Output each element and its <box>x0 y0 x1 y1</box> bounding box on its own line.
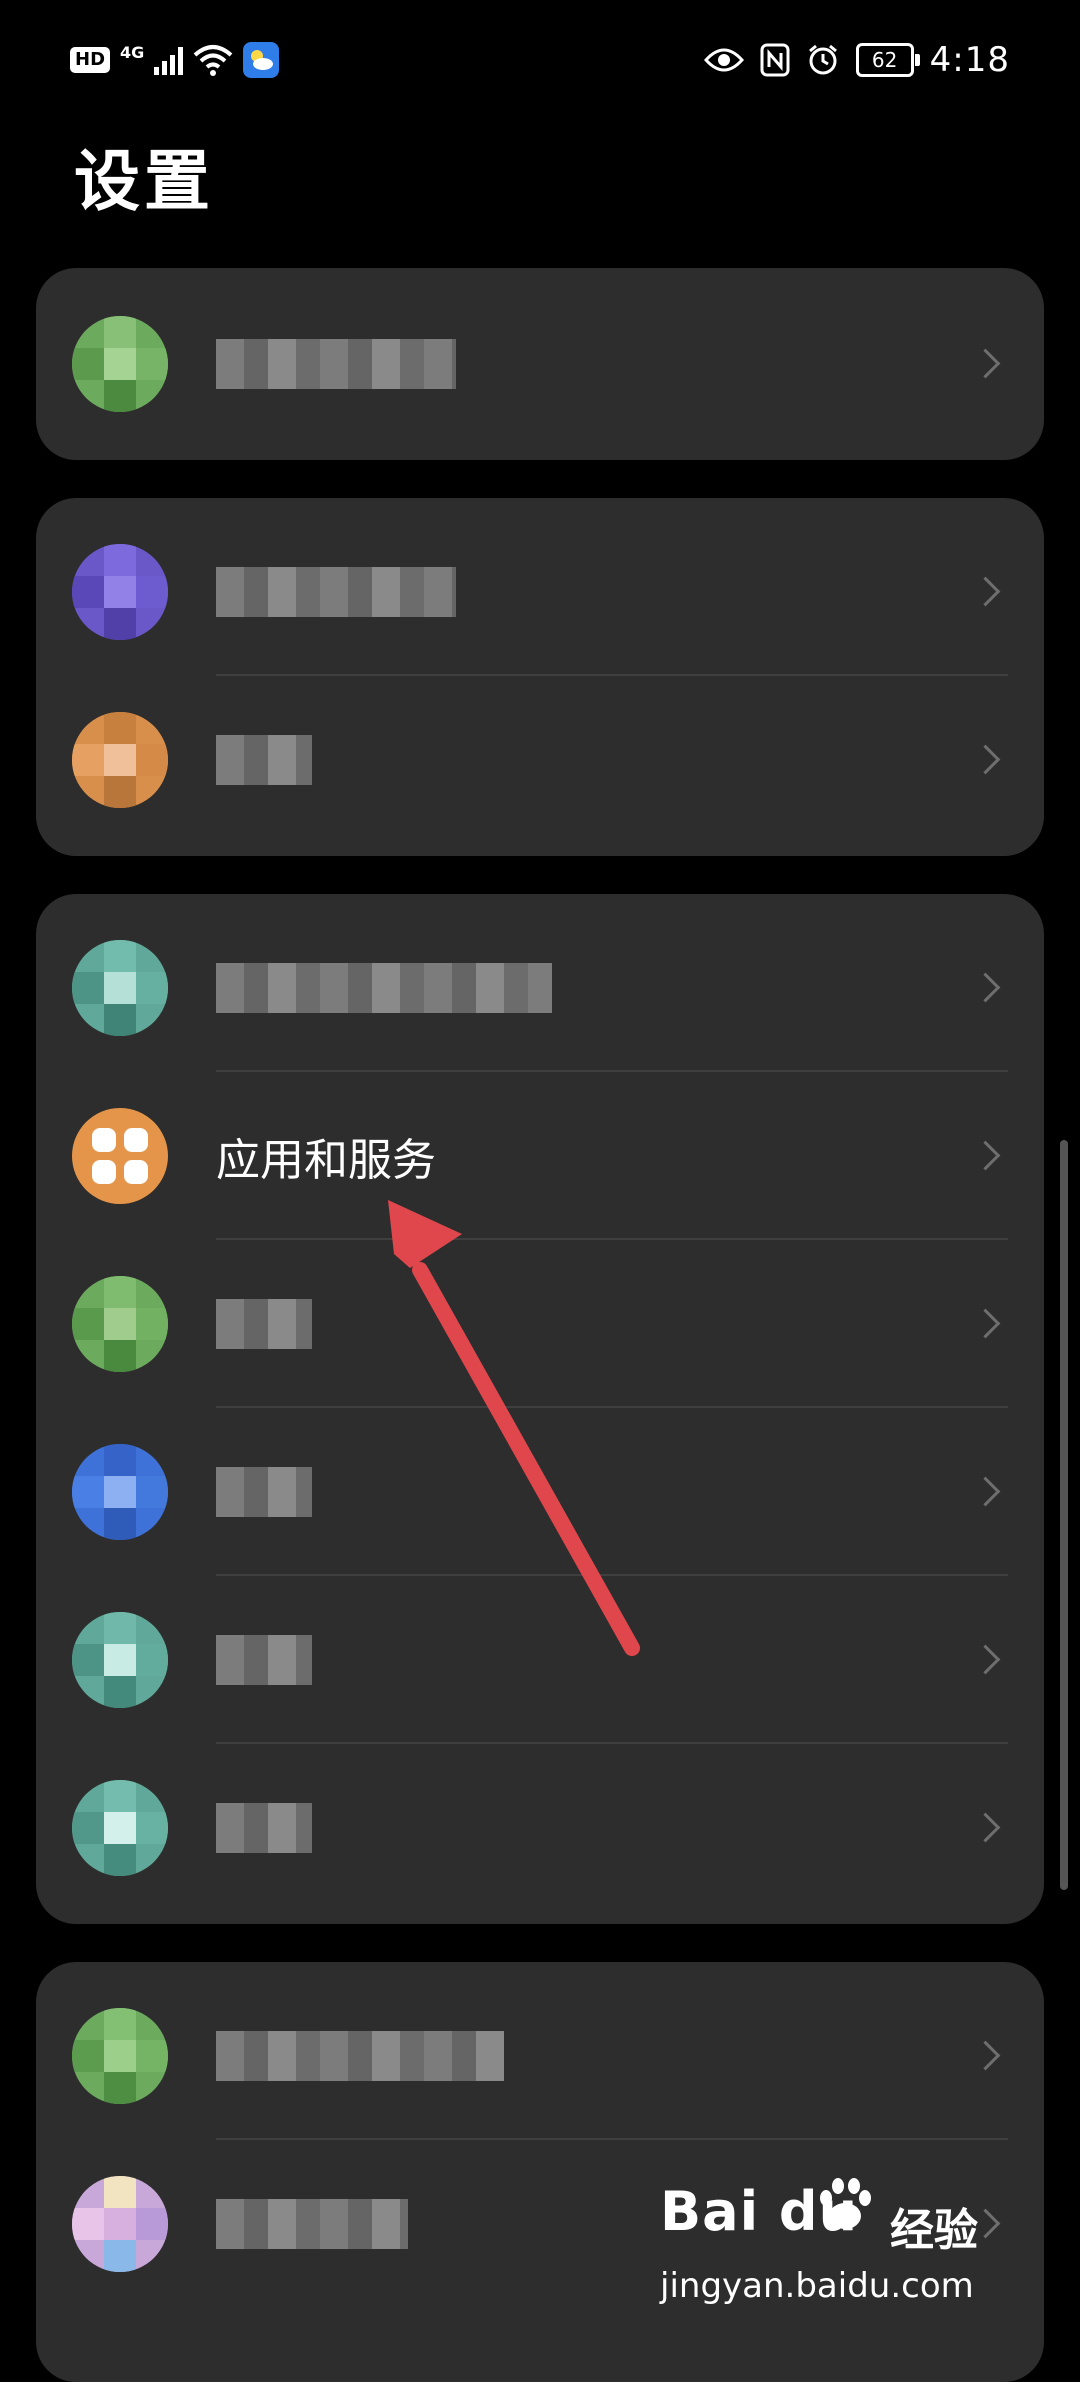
nfc-icon <box>760 43 790 77</box>
baidu-watermark: Bai du 经验 jingyan.baidu.com <box>660 2178 1020 2320</box>
pixelated-label <box>216 339 456 389</box>
chevron-right-icon <box>970 1812 1001 1843</box>
pixelated-label <box>216 2199 408 2249</box>
settings-row-more-connections[interactable] <box>36 676 1044 844</box>
settings-row-home-screen[interactable] <box>36 904 1044 1072</box>
apps-services-label: 应用和服务 <box>216 1135 436 1186</box>
settings-row-privacy[interactable] <box>36 1744 1044 1912</box>
mobile-network-icon <box>72 544 168 640</box>
pixelated-label <box>216 567 456 617</box>
hd-badge: HD <box>70 47 111 73</box>
paw-icon <box>820 2178 871 2229</box>
connection-icon <box>72 712 168 808</box>
account-icon <box>72 316 168 412</box>
pixelated-label <box>216 1467 312 1517</box>
settings-card-account <box>36 268 1044 460</box>
settings-row-apps-services[interactable]: 应用和服务 <box>36 1072 1044 1240</box>
clock: 4:18 <box>929 40 1010 80</box>
pixelated-label <box>216 1803 312 1853</box>
chevron-right-icon <box>970 2040 1001 2071</box>
health-icon <box>72 2008 168 2104</box>
battery-icon: 62 <box>855 43 920 77</box>
settings-row-mobile-network[interactable] <box>36 508 1044 676</box>
chevron-right-icon <box>970 348 1001 379</box>
settings-card-network <box>36 498 1044 856</box>
home-screen-icon <box>72 940 168 1036</box>
chevron-right-icon <box>970 1644 1001 1675</box>
apps-services-icon <box>72 1108 168 1204</box>
security-icon <box>72 1612 168 1708</box>
baidu-brand-name: 经验 <box>890 2205 978 2256</box>
storage-icon <box>72 1444 168 1540</box>
network-type: 4G <box>120 42 145 62</box>
chevron-right-icon <box>970 576 1001 607</box>
pixelated-label <box>216 1299 312 1349</box>
status-left: HD 4G <box>70 40 280 80</box>
settings-row-battery[interactable] <box>36 1240 1044 1408</box>
apps-grid-icon <box>92 1128 148 1184</box>
settings-card-main: 应用和服务 <box>36 894 1044 1924</box>
chevron-right-icon <box>970 1308 1001 1339</box>
pixelated-label <box>216 963 552 1013</box>
page-title: 设置 <box>74 143 214 220</box>
watermark-url: jingyan.baidu.com <box>660 2266 974 2306</box>
settings-row-health[interactable] <box>36 1972 1044 2140</box>
status-bar: HD 4G 62 4:18 <box>0 0 1080 120</box>
chevron-right-icon <box>970 1476 1001 1507</box>
weather-icon <box>243 42 280 78</box>
chevron-right-icon <box>970 744 1001 775</box>
privacy-icon <box>72 1780 168 1876</box>
status-right: 62 4:18 <box>703 36 1010 84</box>
alarm-icon <box>808 44 837 75</box>
chevron-right-icon <box>970 972 1001 1003</box>
pixelated-label <box>216 2031 504 2081</box>
chevron-right-icon <box>970 1140 1001 1171</box>
accessibility-icon <box>72 2176 168 2272</box>
eye-comfort-icon <box>703 48 744 72</box>
settings-row-security[interactable] <box>36 1576 1044 1744</box>
scrollbar[interactable] <box>1060 1140 1068 1890</box>
pixelated-label <box>216 1635 312 1685</box>
wifi-icon <box>193 45 233 76</box>
pixelated-label <box>216 735 312 785</box>
settings-row-account[interactable] <box>36 280 1044 448</box>
settings-row-storage[interactable] <box>36 1408 1044 1576</box>
battery-setting-icon <box>72 1276 168 1372</box>
signal-icon <box>154 45 184 75</box>
